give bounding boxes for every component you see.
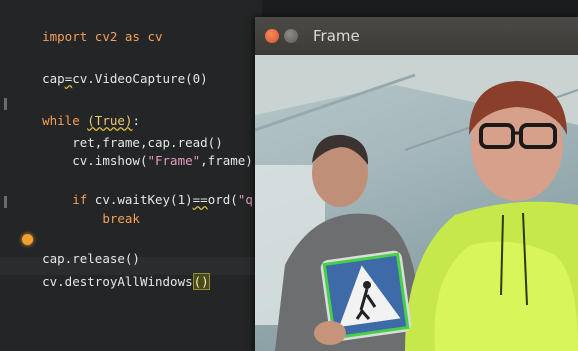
keyword-as: as [124, 29, 140, 44]
imshow-call: cv.imshow( [42, 153, 148, 168]
keyword-break: break [42, 211, 140, 226]
module-name: cv2 [87, 29, 125, 44]
destroy-windows-call: cv.destroyAllWindows [42, 274, 193, 289]
fold-marker [4, 196, 7, 208]
videocapture-call: cv.VideoCapture(0) [72, 71, 208, 86]
module-alias: cv [139, 29, 163, 44]
frame-window[interactable]: Frame [255, 17, 578, 351]
code-editor[interactable]: import cv2 as cv cap=cv.VideoCapture(0) … [0, 0, 275, 351]
equals-operator: == [192, 192, 208, 207]
close-icon[interactable] [265, 29, 279, 43]
code-line-2[interactable]: cap=cv.VideoCapture(0) [12, 55, 208, 103]
variable-cap: cap [42, 71, 65, 86]
string-frame: "Frame" [147, 153, 201, 168]
code-line-9[interactable]: cv.destroyAllWindows() [12, 258, 210, 306]
fold-marker [4, 98, 7, 110]
keyword-import: import [42, 29, 88, 44]
window-titlebar[interactable]: Frame [255, 17, 578, 55]
sign-figure-head [363, 281, 371, 289]
camera-frame [255, 55, 578, 351]
minimize-icon[interactable] [284, 29, 298, 43]
ord-call: ord( [207, 192, 238, 207]
imshow-args: ,frame) [200, 153, 253, 168]
camera-image [255, 55, 578, 351]
matched-parens: () [192, 273, 210, 290]
window-title: Frame [313, 27, 360, 45]
hand [314, 321, 346, 345]
code-line-1[interactable]: import cv2 as cv [12, 13, 163, 61]
